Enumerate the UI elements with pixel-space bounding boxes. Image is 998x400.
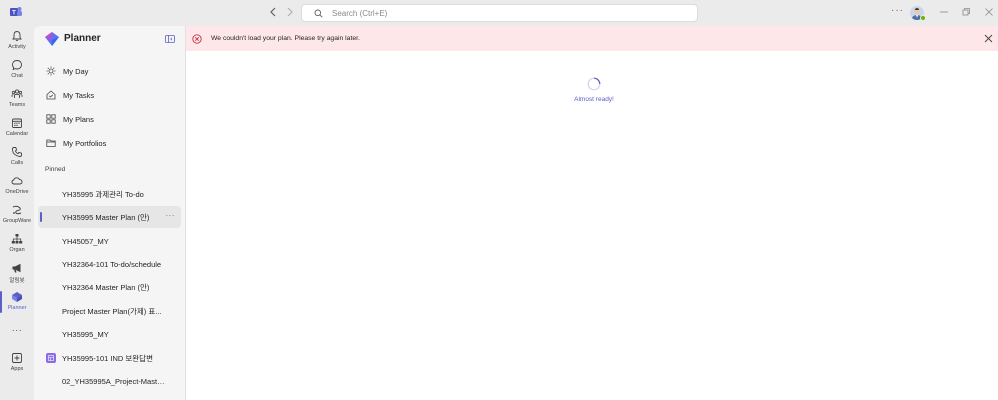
title-bar: T Search (Ctrl+E) ··· xyxy=(0,0,998,26)
rail-label: Chat xyxy=(11,73,23,79)
megaphone-icon xyxy=(12,263,21,273)
rail-label: 알림봇 xyxy=(9,278,25,284)
rail-more-button[interactable]: ··· xyxy=(0,324,34,352)
selected-indicator xyxy=(40,212,42,222)
rail-item-onedrive[interactable]: OneDrive xyxy=(0,173,34,201)
planner-sidebar: Planner My Day My Tasks My Plans My Port… xyxy=(34,26,185,400)
plan-badge-icon xyxy=(46,353,56,363)
folder-icon xyxy=(46,139,56,147)
pinned-plan-label: YH32364 Master Plan (안) xyxy=(62,282,150,292)
teams-icon xyxy=(11,89,23,98)
sun-icon xyxy=(46,66,56,76)
chevron-left-icon xyxy=(270,7,276,17)
pinned-plan-item[interactable]: YH32364 Master Plan (안) xyxy=(38,276,181,298)
nav-my-day[interactable]: My Day xyxy=(38,60,181,82)
pinned-plan-label: YH35995 Master Plan (안) xyxy=(62,212,150,222)
cloud-icon xyxy=(11,177,23,185)
error-message: We couldn't load your plan. Please try a… xyxy=(211,35,360,42)
settings-more-button[interactable]: ··· xyxy=(891,5,904,16)
close-window-icon[interactable] xyxy=(983,6,995,18)
pinned-plan-item[interactable]: 02_YH35995A_Project-Maste... xyxy=(38,370,181,392)
pinned-plan-label: 02_YH35995A_Project-Maste... xyxy=(62,376,166,386)
pinned-plan-item-selected[interactable]: YH35995 Master Plan (안) ··· xyxy=(38,206,181,228)
pinned-plan-item[interactable]: YH35995 과제관리 To-do xyxy=(38,183,181,205)
chat-icon xyxy=(12,60,22,71)
app-rail: Activity Chat Teams Calendar Calls OneDr… xyxy=(0,26,34,400)
rail-label: Calendar xyxy=(5,131,29,137)
error-banner: We couldn't load your plan. Please try a… xyxy=(186,26,998,51)
app-title: Planner xyxy=(64,33,101,44)
home-check-icon xyxy=(46,90,56,100)
pinned-plan-item[interactable]: YH35995-101 IND 보완답변 xyxy=(38,347,181,369)
forward-button[interactable] xyxy=(283,5,297,19)
rail-item-notification-bot[interactable]: 알림봇 xyxy=(0,260,34,288)
rail-item-activity[interactable]: Activity xyxy=(0,28,34,56)
pinned-plan-item[interactable]: YH32364-101 To-do/schedule xyxy=(38,253,181,275)
main-content: We couldn't load your plan. Please try a… xyxy=(185,26,998,400)
collapse-sidebar-icon[interactable] xyxy=(165,35,175,43)
more-icon: ··· xyxy=(11,325,23,335)
nav-my-tasks[interactable]: My Tasks xyxy=(38,84,181,106)
close-icon[interactable] xyxy=(984,34,993,43)
pinned-plan-item[interactable]: YH45057_MY xyxy=(38,230,181,252)
rail-item-calls[interactable]: Calls xyxy=(0,144,34,172)
nav-label: My Day xyxy=(63,66,89,76)
nav-my-plans[interactable]: My Plans xyxy=(38,108,181,130)
bell-icon xyxy=(12,31,22,42)
rail-item-planner[interactable]: Planner xyxy=(0,289,34,317)
back-button[interactable] xyxy=(266,5,280,19)
chevron-right-icon xyxy=(287,7,293,17)
grid-icon xyxy=(46,114,56,124)
error-circle-icon xyxy=(192,33,202,44)
rail-item-chat[interactable]: Chat xyxy=(0,57,34,85)
search-input[interactable]: Search (Ctrl+E) xyxy=(301,4,698,22)
pinned-plan-label: YH35995_MY xyxy=(62,329,109,339)
planner-logo-icon xyxy=(45,32,59,46)
presence-available-badge xyxy=(920,15,926,21)
nav-label: My Plans xyxy=(63,114,94,124)
planner-icon xyxy=(12,292,22,302)
search-icon xyxy=(314,9,323,18)
search-placeholder: Search (Ctrl+E) xyxy=(332,8,388,18)
rail-label: Organ xyxy=(9,247,25,253)
pinned-plan-label: Project Master Plan(가제) 표... xyxy=(62,306,162,316)
loading-status-text: Almost ready! xyxy=(574,96,614,103)
rail-item-apps[interactable]: Apps xyxy=(0,350,34,378)
apps-icon xyxy=(12,353,22,363)
groupware-icon xyxy=(12,205,22,215)
minimize-icon[interactable] xyxy=(938,6,950,18)
rail-label: OneDrive xyxy=(5,189,29,195)
pinned-plan-label: YH45057_MY xyxy=(62,236,109,246)
pinned-plan-label: YH32364-101 To-do/schedule xyxy=(62,259,162,269)
pinned-plan-item[interactable]: YH35995_MY xyxy=(38,323,181,345)
teams-logo-icon: T xyxy=(10,7,22,17)
nav-label: My Portfolios xyxy=(63,138,107,148)
pinned-section-label: Pinned xyxy=(45,166,66,173)
rail-label: Apps xyxy=(10,366,24,372)
rail-label: Teams xyxy=(8,102,26,108)
pinned-plan-item[interactable]: Project Master Plan(가제) 표... xyxy=(38,300,181,322)
pinned-plan-label: YH35995-101 IND 보완답변 xyxy=(62,353,153,363)
plan-more-options-button[interactable]: ··· xyxy=(166,211,176,220)
org-chart-icon xyxy=(11,234,23,244)
rail-label: Activity xyxy=(8,44,26,50)
phone-icon xyxy=(12,147,22,157)
rail-item-organ[interactable]: Organ xyxy=(0,231,34,259)
pinned-plan-label: YH35995 과제관리 To-do xyxy=(62,189,144,199)
rail-active-indicator xyxy=(0,291,2,313)
loading-spinner-icon xyxy=(587,77,601,91)
rail-item-groupware[interactable]: GroupWare xyxy=(0,202,34,230)
rail-label: GroupWare xyxy=(2,218,32,224)
restore-icon[interactable] xyxy=(960,6,972,18)
rail-item-calendar[interactable]: Calendar xyxy=(0,115,34,143)
rail-label: Calls xyxy=(10,160,24,166)
nav-my-portfolios[interactable]: My Portfolios xyxy=(38,132,181,154)
rail-item-teams[interactable]: Teams xyxy=(0,86,34,114)
rail-label: Planner xyxy=(7,305,27,311)
svg-text:T: T xyxy=(12,11,16,17)
nav-label: My Tasks xyxy=(63,90,95,100)
calendar-icon xyxy=(12,118,22,128)
